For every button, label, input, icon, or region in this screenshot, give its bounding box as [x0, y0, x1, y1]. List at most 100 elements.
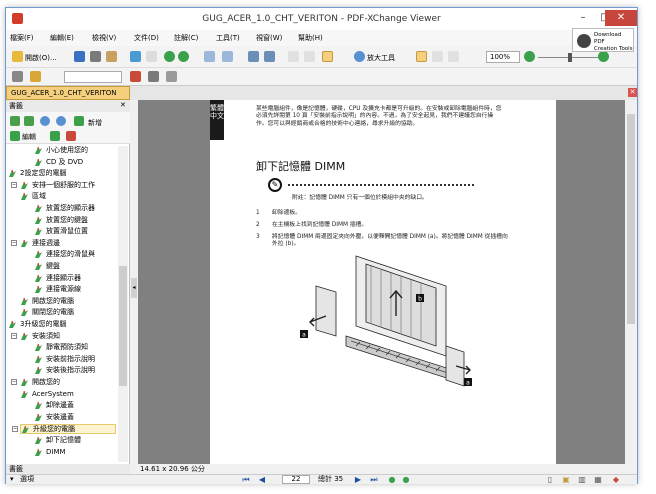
previous-page-icon[interactable]: ◀: [258, 475, 266, 484]
fill-color-icon[interactable]: [130, 71, 141, 82]
menu-comments[interactable]: 註解(C): [174, 33, 198, 43]
bookmark-scrollbar[interactable]: [118, 146, 128, 462]
snapshot-icon[interactable]: [288, 51, 299, 62]
tab-close-icon[interactable]: ✕: [628, 88, 637, 97]
first-page-icon[interactable]: ⏮: [242, 475, 250, 484]
zoom-level-field[interactable]: 100%: [486, 51, 520, 63]
menu-view[interactable]: 檢視(V): [92, 33, 116, 43]
zoom-slider-handle[interactable]: [568, 53, 572, 62]
history-back-icon[interactable]: ●: [388, 475, 396, 484]
undo-icon[interactable]: [204, 51, 215, 62]
bookmark-item[interactable]: 靜電預防須知: [34, 343, 116, 353]
bookmark-item[interactable]: 卸除邊蓋: [34, 401, 116, 411]
expand-toggle-icon[interactable]: −: [11, 239, 17, 246]
last-page-icon[interactable]: ⏭: [370, 475, 378, 484]
new-bookmark-button[interactable]: 新增: [88, 118, 102, 128]
minimize-button[interactable]: –: [572, 10, 594, 26]
expand-toggle-icon[interactable]: −: [12, 426, 18, 433]
continuous-page-icon[interactable]: ▣: [562, 475, 570, 484]
bookmark-item[interactable]: − 安排一個舒服的工作: [11, 181, 116, 191]
expand-toggle-icon[interactable]: −: [11, 181, 17, 188]
options-icon[interactable]: ▾: [10, 475, 14, 484]
back-icon[interactable]: [164, 51, 175, 62]
properties-icon[interactable]: [12, 71, 23, 82]
actual-size-icon[interactable]: [416, 51, 427, 62]
bookmark-item[interactable]: 鍵盤: [34, 262, 116, 272]
next-page-icon[interactable]: ▶: [354, 475, 362, 484]
find-bookmark-icon[interactable]: [40, 116, 50, 126]
bookmark-item[interactable]: 關閉您的電腦: [20, 308, 116, 318]
history-forward-icon[interactable]: ●: [402, 475, 410, 484]
expand-bookmarks-icon[interactable]: [10, 116, 20, 126]
panel-tab-bookmarks[interactable]: 書籤: [6, 464, 130, 474]
bookmark-item[interactable]: 連接電源線: [34, 285, 116, 295]
bookmark-item[interactable]: DIMM: [34, 448, 116, 458]
bookmark-item[interactable]: 放置您的鍵盤: [34, 216, 116, 226]
hand-tool-icon[interactable]: [130, 51, 141, 62]
bookmark-scroll-thumb[interactable]: [119, 266, 127, 386]
email-icon[interactable]: [106, 51, 117, 62]
bookmark-item[interactable]: −2設定您的電腦: [8, 169, 116, 179]
collapse-bookmarks-icon[interactable]: [24, 116, 34, 126]
bookmark-item[interactable]: 連接顯示器: [34, 274, 116, 284]
bookmark-item[interactable]: 區域: [20, 192, 116, 202]
bookmark-item[interactable]: AcerSystem: [20, 390, 116, 400]
page-view-icon[interactable]: [304, 51, 315, 62]
redo-icon[interactable]: [222, 51, 233, 62]
bookmark-item[interactable]: 連接您的滑鼠與: [34, 250, 116, 260]
save-icon[interactable]: [74, 51, 85, 62]
select-text-icon[interactable]: [146, 51, 157, 62]
menu-window[interactable]: 視窗(W): [256, 33, 282, 43]
new-bookmark-icon[interactable]: [74, 116, 84, 126]
options-button[interactable]: 選項: [20, 475, 34, 484]
forward-icon[interactable]: [178, 51, 189, 62]
single-page-icon[interactable]: ▯: [546, 475, 554, 484]
zoom-tool-button[interactable]: 放大工具: [367, 53, 395, 63]
bookmark-item[interactable]: − 連接週邊: [11, 239, 116, 249]
bookmark-item[interactable]: 小心使用您的: [34, 146, 116, 156]
bookmark-item[interactable]: 放置您的顯示器: [34, 204, 116, 214]
fit-width-icon[interactable]: [448, 51, 459, 62]
edit-bookmark-button[interactable]: 編輯: [22, 132, 36, 142]
zoom-in-icon[interactable]: [354, 51, 365, 62]
document-scrollbar[interactable]: [625, 100, 637, 464]
download-pdf-tools-button[interactable]: Download PDF Creation Tools: [572, 28, 634, 52]
expand-toggle-icon[interactable]: −: [11, 379, 17, 385]
bookmark-item[interactable]: 卸下記憶體: [34, 436, 116, 446]
font-selector[interactable]: [64, 71, 122, 83]
expand-toggle-icon[interactable]: −: [11, 332, 17, 339]
zoom-bookmark-icon[interactable]: [56, 116, 66, 126]
bookmark-item[interactable]: − 開啟您的: [11, 378, 116, 388]
menu-tools[interactable]: 工具(T): [216, 33, 240, 43]
bookmark-item[interactable]: 安裝後指示說明: [34, 366, 116, 376]
highlight-tool-icon[interactable]: [322, 51, 333, 62]
bookmark-item[interactable]: −3升級您的電腦: [8, 320, 116, 330]
rotate-right-icon[interactable]: [264, 51, 275, 62]
bookmark-item[interactable]: − 安裝須知: [11, 332, 116, 342]
bookmark-item[interactable]: 放置滑鼠位置: [34, 227, 116, 237]
open-folder-icon[interactable]: [12, 51, 23, 62]
menu-edit[interactable]: 編輯(E): [50, 33, 74, 43]
bookmark-item[interactable]: 安裝前指示說明: [34, 355, 116, 365]
stamp-icon[interactable]: [30, 71, 41, 82]
menu-help[interactable]: 幫助(H): [298, 33, 323, 43]
bookmark-item[interactable]: 安裝邊蓋: [34, 413, 116, 423]
document-tab[interactable]: GUG_ACER_1.0_CHT_VERITON: [6, 86, 130, 100]
close-button[interactable]: ✕: [605, 10, 637, 26]
bookmark-up-icon[interactable]: [50, 131, 60, 141]
menu-document[interactable]: 文件(D): [134, 33, 159, 43]
split-view-icon[interactable]: ▦: [594, 475, 602, 484]
print-icon[interactable]: [90, 51, 101, 62]
edit-bookmark-icon[interactable]: [10, 131, 20, 141]
link-tool-icon[interactable]: [148, 71, 159, 82]
open-button[interactable]: 開啟(O)...: [25, 53, 57, 63]
rotate-left-icon[interactable]: [248, 51, 259, 62]
bookmark-item[interactable]: − 升級您的電腦: [12, 424, 116, 435]
bookmark-item[interactable]: 開啟您的電腦: [20, 297, 116, 307]
fit-page-icon[interactable]: [432, 51, 443, 62]
delete-bookmark-icon[interactable]: [66, 131, 76, 141]
panel-collapse-handle[interactable]: ◂: [131, 278, 137, 298]
measure-tool-icon[interactable]: [166, 71, 177, 82]
facing-page-icon[interactable]: ▥: [578, 475, 586, 484]
document-scroll-thumb[interactable]: [627, 114, 635, 324]
